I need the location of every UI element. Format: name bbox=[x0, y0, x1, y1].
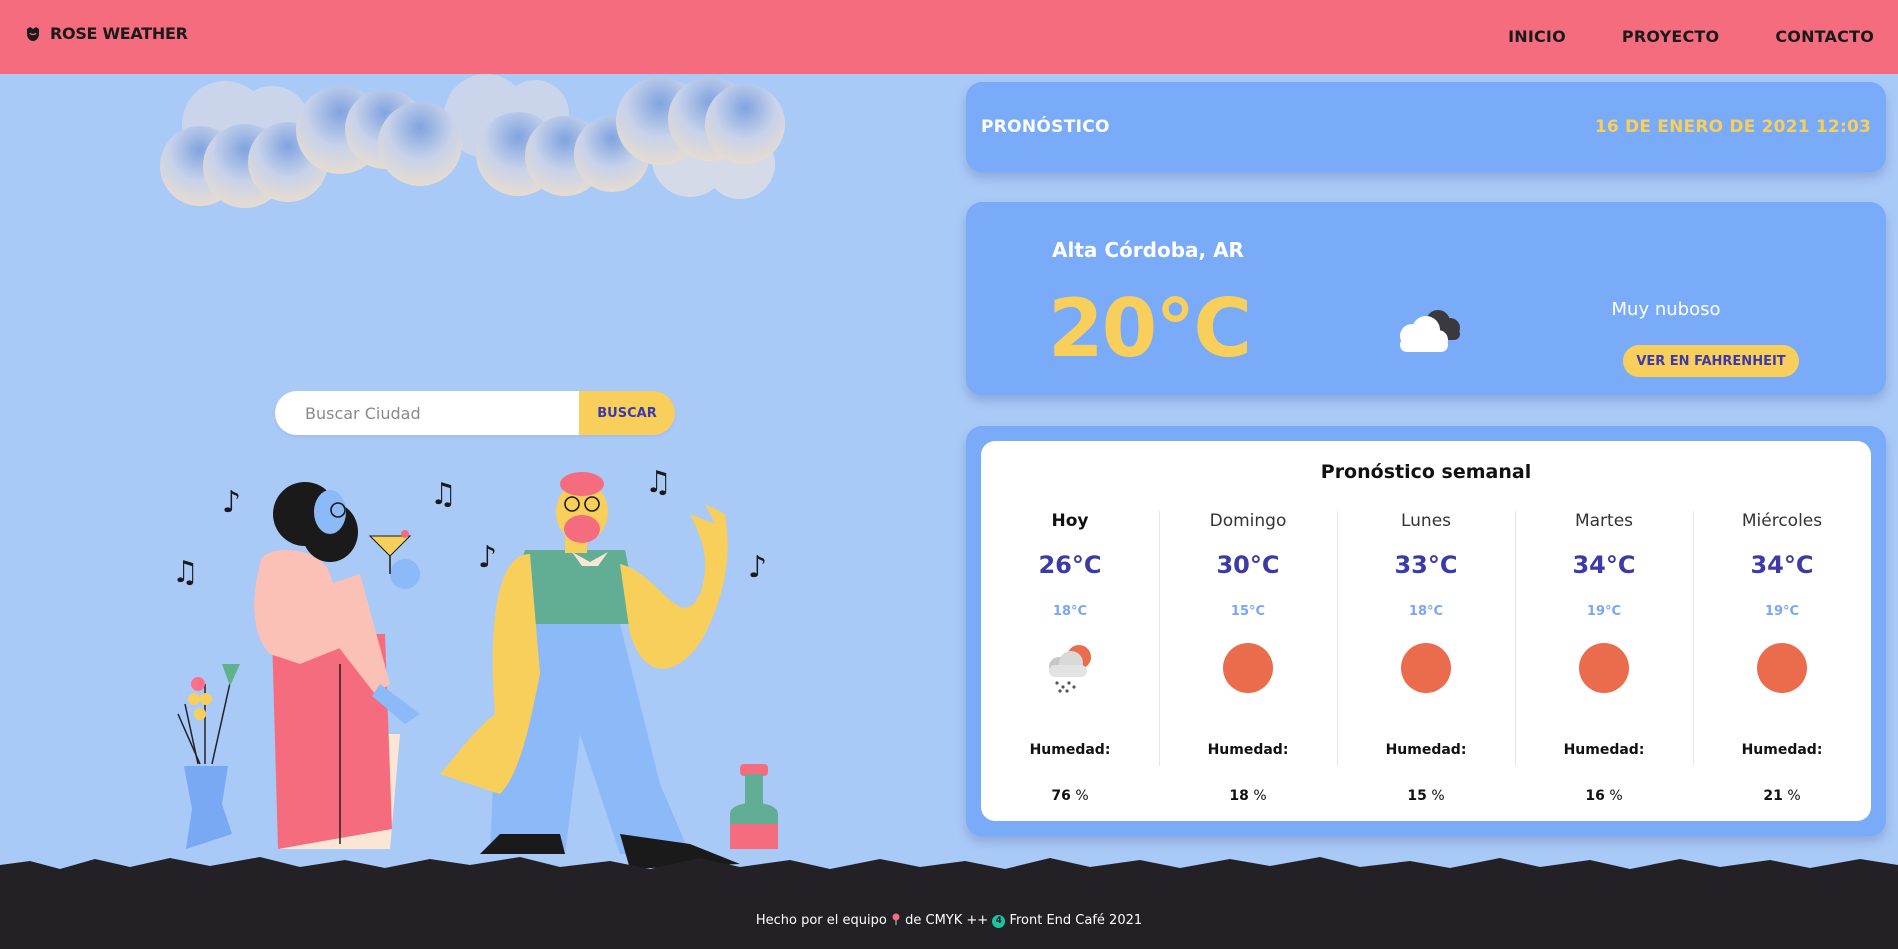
humidity-unit: % bbox=[1075, 788, 1089, 804]
wine-bottle-illustration bbox=[730, 764, 778, 849]
search-button[interactable]: BUSCAR bbox=[579, 391, 675, 435]
man-dancing-illustration bbox=[440, 472, 740, 869]
footer bbox=[0, 855, 1898, 949]
woman-dancing-illustration bbox=[254, 482, 420, 849]
humidity-value: 21 % bbox=[1693, 788, 1871, 804]
location-name: Alta Córdoba, AR bbox=[1052, 238, 1244, 262]
humidity-value: 76 % bbox=[981, 788, 1159, 804]
main-nav: INICIO PROYECTO CONTACTO bbox=[1452, 27, 1874, 46]
humidity-unit: % bbox=[1253, 788, 1267, 804]
rain-sun-icon bbox=[1043, 641, 1097, 695]
forecast-day: Hoy 26°C 18°C Humedad: 76 % bbox=[981, 511, 1159, 804]
weekly-title: Pronóstico semanal bbox=[1320, 461, 1532, 483]
forecast-day: Miércoles 34°C 19°C Humedad: 21 % bbox=[1693, 511, 1871, 804]
svg-text:♪: ♪ bbox=[748, 550, 767, 585]
clouds-illustration bbox=[160, 74, 785, 208]
badge-four-icon: 4 bbox=[992, 915, 1006, 928]
humidity-number: 21 bbox=[1763, 788, 1783, 804]
footer-text-part1: Hecho por el equipo bbox=[755, 913, 887, 928]
humidity-label: Humedad: bbox=[1741, 742, 1823, 758]
forecast-day: Lunes 33°C 18°C Humedad: 15 % bbox=[1337, 511, 1515, 804]
mostly-cloudy-icon bbox=[1392, 304, 1466, 360]
humidity-number: 18 bbox=[1229, 788, 1249, 804]
party-illustration: ♪ ♫ ♫ ♪ ♫ ♪ bbox=[0, 74, 960, 874]
fahrenheit-toggle-button[interactable]: VER EN FAHRENHEIT bbox=[1623, 345, 1799, 377]
forecast-day: Martes 34°C 19°C Humedad: 16 % bbox=[1515, 511, 1693, 804]
weather-description: Muy nuboso bbox=[1611, 299, 1721, 320]
humidity-label: Humedad: bbox=[1385, 742, 1467, 758]
day-min-temp: 18°C bbox=[1408, 604, 1444, 619]
rose-pin-icon bbox=[892, 913, 900, 925]
flower-vase-illustration bbox=[177, 664, 240, 849]
day-max-temp: 34°C bbox=[1572, 551, 1636, 579]
forecast-datetime: 16 DE ENERO DE 2021 12:03 bbox=[1594, 117, 1871, 137]
svg-text:♪: ♪ bbox=[222, 485, 241, 520]
nav-inicio[interactable]: INICIO bbox=[1508, 27, 1566, 46]
humidity-unit: % bbox=[1609, 788, 1623, 804]
forecast-title: PRONÓSTICO bbox=[981, 117, 1110, 137]
sun-icon bbox=[1577, 641, 1631, 695]
current-weather-card: Alta Córdoba, AR 20°C Muy nuboso VER EN … bbox=[966, 202, 1886, 395]
svg-text:♪: ♪ bbox=[478, 540, 497, 575]
top-navbar: ROSE WEATHER INICIO PROYECTO CONTACTO bbox=[0, 0, 1898, 74]
sun-icon bbox=[1755, 641, 1809, 695]
current-temperature: 20°C bbox=[1048, 282, 1252, 375]
forecast-day: Domingo 30°C 15°C Humedad: 18 % bbox=[1159, 511, 1337, 804]
day-name: Domingo bbox=[1209, 511, 1287, 531]
nav-proyecto[interactable]: PROYECTO bbox=[1622, 27, 1719, 46]
day-max-temp: 26°C bbox=[1038, 551, 1102, 579]
day-max-temp: 33°C bbox=[1394, 551, 1458, 579]
weekly-forecast-card: Pronóstico semanal Hoy 26°C 18°C Humedad… bbox=[966, 426, 1886, 836]
humidity-number: 76 bbox=[1051, 788, 1071, 804]
svg-text:♫: ♫ bbox=[430, 477, 457, 512]
footer-credits: Hecho por el equipo de CMYK ++ 4 Front E… bbox=[0, 913, 1898, 928]
day-max-temp: 34°C bbox=[1750, 551, 1814, 579]
nav-contacto[interactable]: CONTACTO bbox=[1775, 27, 1874, 46]
footer-text-part2: de CMYK ++ bbox=[905, 913, 989, 928]
day-name: Lunes bbox=[1400, 511, 1452, 531]
day-name: Miércoles bbox=[1741, 511, 1823, 531]
sun-icon bbox=[1221, 641, 1275, 695]
humidity-unit: % bbox=[1787, 788, 1801, 804]
brand-logo[interactable]: ROSE WEATHER bbox=[24, 24, 188, 43]
humidity-value: 18 % bbox=[1159, 788, 1337, 804]
footer-text-part3: Front End Café 2021 bbox=[1009, 913, 1143, 928]
forecast-days-list: Hoy 26°C 18°C Humedad: 76 % Domingo 30°C… bbox=[981, 511, 1871, 804]
day-min-temp: 19°C bbox=[1586, 604, 1622, 619]
humidity-number: 15 bbox=[1407, 788, 1427, 804]
city-search-input[interactable] bbox=[275, 391, 579, 435]
humidity-label: Humedad: bbox=[1207, 742, 1289, 758]
weekly-forecast-panel: Pronóstico semanal Hoy 26°C 18°C Humedad… bbox=[981, 441, 1871, 821]
humidity-value: 16 % bbox=[1515, 788, 1693, 804]
svg-text:♫: ♫ bbox=[645, 465, 672, 500]
sun-icon bbox=[1399, 641, 1453, 695]
rose-icon bbox=[27, 26, 39, 41]
forecast-header-card: PRONÓSTICO 16 DE ENERO DE 2021 12:03 bbox=[966, 82, 1886, 172]
city-search-form: BUSCAR bbox=[275, 391, 675, 435]
footer-wave-shape bbox=[0, 857, 1898, 949]
humidity-number: 16 bbox=[1585, 788, 1605, 804]
humidity-unit: % bbox=[1431, 788, 1445, 804]
day-min-temp: 19°C bbox=[1764, 604, 1800, 619]
day-min-temp: 15°C bbox=[1230, 604, 1266, 619]
day-max-temp: 30°C bbox=[1216, 551, 1280, 579]
day-name: Martes bbox=[1574, 511, 1634, 531]
brand-name: ROSE WEATHER bbox=[50, 24, 188, 43]
svg-text:♫: ♫ bbox=[172, 555, 199, 590]
humidity-label: Humedad: bbox=[1029, 742, 1111, 758]
humidity-value: 15 % bbox=[1337, 788, 1515, 804]
dancing-people-illustration: ♪ ♫ ♫ ♪ ♫ ♪ bbox=[160, 74, 785, 869]
day-min-temp: 18°C bbox=[1052, 604, 1088, 619]
humidity-label: Humedad: bbox=[1563, 742, 1645, 758]
day-name: Hoy bbox=[1051, 511, 1089, 531]
